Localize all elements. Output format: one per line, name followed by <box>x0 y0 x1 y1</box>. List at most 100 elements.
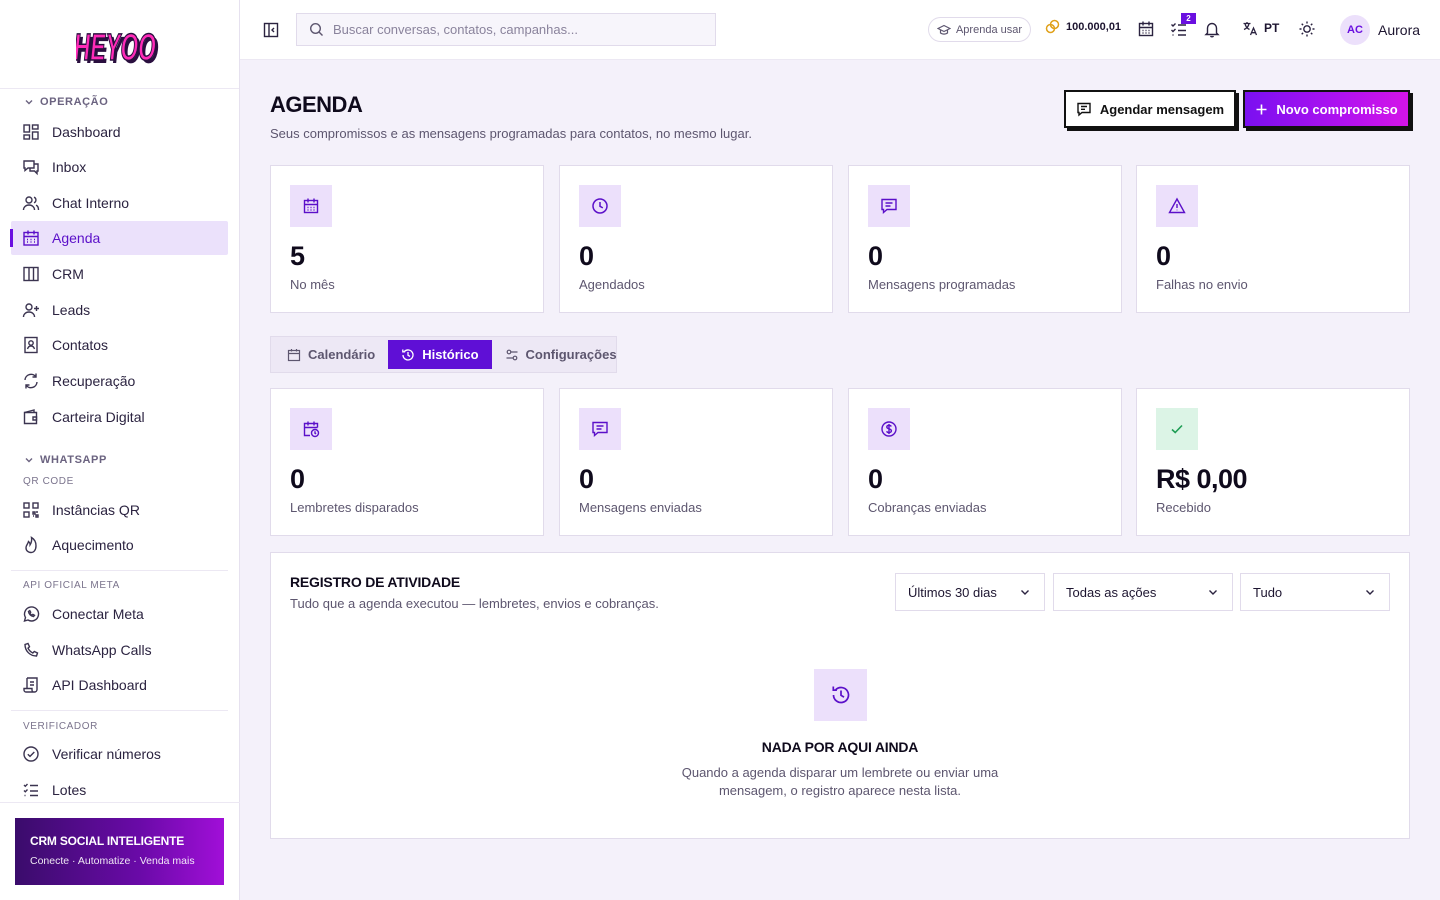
plus-icon <box>1256 104 1267 114</box>
user-plus-icon <box>22 303 39 318</box>
search-input[interactable] <box>333 22 693 37</box>
sidebar-item-chat-interno[interactable]: Chat Interno <box>11 186 228 220</box>
stat-value: 0 <box>579 464 594 494</box>
sidebar-item-aquecimento[interactable]: Aquecimento <box>11 528 228 562</box>
svg-text:HEYOO: HEYOO <box>76 27 158 69</box>
sidebar-item-label: Contatos <box>52 337 109 353</box>
learn-button[interactable]: Aprenda usar <box>928 17 1031 42</box>
stat-value: 5 <box>290 241 305 271</box>
schedule-message-button[interactable]: Agendar mensagem <box>1064 90 1236 128</box>
tab-configuracoes[interactable]: Configurações <box>492 340 630 369</box>
coins-icon <box>1045 19 1060 34</box>
empty-state-title: NADA POR AQUI AINDA <box>761 739 919 755</box>
sidebar: HEYOO HEYOO OPERAÇÃO Dashboard Inbox Cha… <box>0 0 240 900</box>
learn-label: Aprenda usar <box>955 23 1023 36</box>
calendar-icon[interactable] <box>1137 20 1155 38</box>
sidebar-item-inbox[interactable]: Inbox <box>11 150 228 184</box>
stat-value: R$ 0,00 <box>1156 464 1248 494</box>
period-select[interactable]: Últimos 30 dias <box>895 573 1045 611</box>
users-icon <box>22 196 40 211</box>
sidebar-item-label: Leads <box>52 302 91 318</box>
section-subtitle: VERIFICADOR <box>23 721 98 732</box>
sidebar-item-contatos[interactable]: Contatos <box>11 328 228 362</box>
promo-banner[interactable]: CRM SOCIAL INTELIGENTE Conecte · Automat… <box>15 818 224 885</box>
whatsapp-icon <box>23 606 40 623</box>
agenda-tabs: Calendário Histórico Configurações <box>270 336 617 373</box>
sidebar-item-label: Instâncias QR <box>52 502 140 518</box>
promo-tagline: Conecte · Automatize · Venda mais <box>30 855 195 867</box>
contact-book-icon <box>24 336 38 354</box>
user-name: Aurora <box>1378 22 1421 38</box>
button-label: Novo compromisso <box>1276 101 1398 117</box>
bell-icon[interactable] <box>1203 20 1221 38</box>
sidebar-item-label: Conectar Meta <box>52 606 144 622</box>
sidebar-item-label: Agenda <box>52 230 101 246</box>
sidebar-item-conectar-meta[interactable]: Conectar Meta <box>11 597 228 631</box>
sidebar-item-label: Lotes <box>52 782 87 798</box>
stat-card-sent-messages: 0 Mensagens enviadas <box>559 388 833 536</box>
stat-label: Mensagens programadas <box>868 277 1016 292</box>
calendar-clock-icon <box>290 408 332 450</box>
sidebar-item-verificar-numeros[interactable]: Verificar números <box>11 737 228 771</box>
sidebar-item-label: Inbox <box>52 159 87 175</box>
sidebar-item-recuperacao[interactable]: Recuperação <box>11 364 228 398</box>
select-value: Tudo <box>1253 584 1283 600</box>
type-select[interactable]: Tudo <box>1240 573 1390 611</box>
user-menu[interactable]: AC Aurora <box>1340 15 1420 45</box>
warning-icon <box>1156 185 1198 227</box>
stat-label: Recebido <box>1156 500 1211 515</box>
stat-label: Agendados <box>579 277 645 292</box>
divider <box>11 570 228 571</box>
section-subtitle: Tudo que a agenda executou — lembretes, … <box>290 596 659 611</box>
tab-calendario[interactable]: Calendário <box>274 340 388 369</box>
new-appointment-button[interactable]: Novo compromisso <box>1243 90 1410 128</box>
sidebar-item-label: CRM <box>52 266 84 282</box>
sidebar-item-leads[interactable]: Leads <box>11 293 228 327</box>
history-icon <box>402 348 414 361</box>
sidebar-item-agenda[interactable]: Agenda <box>10 221 228 255</box>
qr-code-icon <box>23 502 39 518</box>
tab-historico[interactable]: Histórico <box>388 340 492 369</box>
sidebar-item-label: Verificar números <box>52 746 161 762</box>
section-title: REGISTRO DE ATIVIDADE <box>290 574 461 590</box>
chevron-down-icon <box>1209 590 1217 595</box>
sidebar-item-dashboard[interactable]: Dashboard <box>11 115 228 149</box>
avatar: AC <box>1340 15 1370 45</box>
language-switcher[interactable]: PT <box>1242 20 1279 36</box>
tasks-badge: 2 <box>1181 13 1196 24</box>
sun-icon[interactable] <box>1298 20 1316 38</box>
credits-value: 100.000,01 <box>1066 20 1122 33</box>
section-whatsapp[interactable]: WHATSAPP <box>24 454 107 466</box>
logo-area: HEYOO HEYOO <box>0 0 239 89</box>
divider <box>0 802 240 803</box>
search-box[interactable] <box>296 13 716 46</box>
page-title: AGENDA <box>270 92 363 117</box>
translate-icon <box>1243 22 1258 36</box>
sidebar-item-instancias-qr[interactable]: Instâncias QR <box>11 493 228 527</box>
button-label: Agendar mensagem <box>1099 101 1225 117</box>
sidebar-item-whatsapp-calls[interactable]: WhatsApp Calls <box>11 633 228 667</box>
calendar-icon <box>23 230 39 246</box>
list-check-icon <box>23 783 38 797</box>
empty-state-description: Quando a agenda disparar um lembrete ou … <box>681 765 999 798</box>
stat-value: 0 <box>868 464 883 494</box>
credits-balance[interactable]: 100.000,01 <box>1045 19 1121 34</box>
promo-title: CRM SOCIAL INTELIGENTE <box>30 834 185 848</box>
sidebar-item-carteira-digital[interactable]: Carteira Digital <box>11 400 228 434</box>
action-select[interactable]: Todas as ações <box>1053 573 1233 611</box>
stat-value: 0 <box>868 241 883 271</box>
dashboard-icon <box>23 124 39 140</box>
sidebar-item-crm[interactable]: CRM <box>11 257 228 291</box>
heyoo-logo[interactable]: HEYOO HEYOO <box>76 20 164 70</box>
section-operacao[interactable]: OPERAÇÃO <box>24 96 108 108</box>
history-icon <box>814 669 867 721</box>
sidebar-item-api-dashboard[interactable]: API Dashboard <box>11 668 228 702</box>
tab-label: Histórico <box>422 347 479 362</box>
stat-label: Falhas no envio <box>1156 277 1248 292</box>
stat-card-received: R$ 0,00 Recebido <box>1136 388 1410 536</box>
sidebar-toggle-icon[interactable] <box>262 21 280 39</box>
graduation-cap-icon <box>936 24 951 35</box>
message-icon <box>1077 102 1091 117</box>
sidebar-item-label: WhatsApp Calls <box>52 642 152 658</box>
stat-card-failures: 0 Falhas no envio <box>1136 165 1410 313</box>
